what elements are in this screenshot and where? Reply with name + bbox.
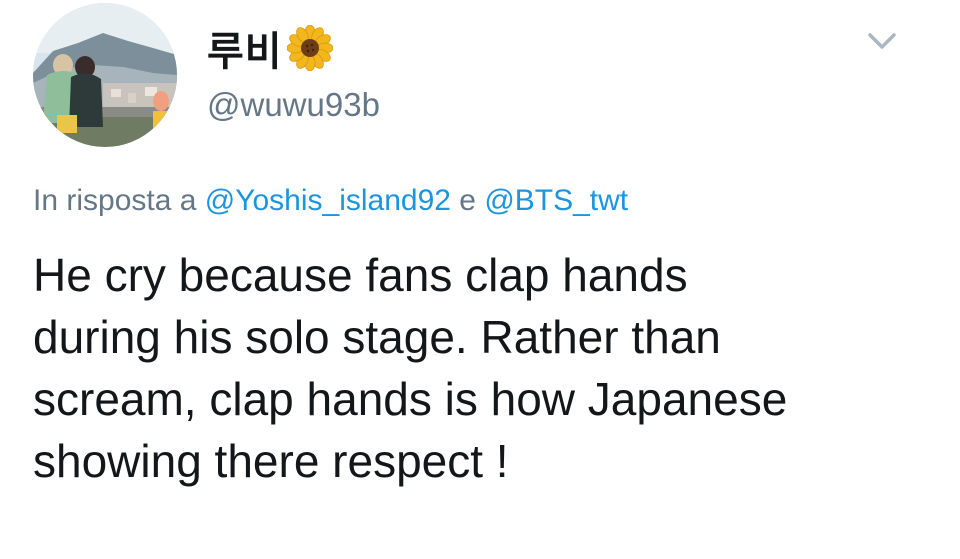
display-name-row: 루비	[207, 16, 334, 80]
reply-joiner: e	[459, 184, 476, 217]
display-name[interactable]: 루비	[207, 19, 283, 77]
tweet-card: 루비 @wuwu93b In risposta a @Yoshis_island…	[0, 0, 960, 559]
chevron-down-icon[interactable]	[862, 26, 902, 56]
avatar-photo	[33, 3, 177, 147]
user-handle[interactable]: @wuwu93b	[207, 86, 380, 124]
reply-context: In risposta a @Yoshis_island92 e @BTS_tw…	[33, 184, 628, 218]
avatar[interactable]	[33, 3, 177, 147]
reply-mention-link[interactable]: @BTS_twt	[484, 184, 628, 217]
reply-mention-link[interactable]: @Yoshis_island92	[205, 184, 451, 217]
tweet-text: He cry because fans clap hands during hi…	[33, 249, 788, 487]
sunflower-emoji-icon	[286, 24, 334, 72]
reply-prefix: In risposta a	[33, 184, 197, 217]
